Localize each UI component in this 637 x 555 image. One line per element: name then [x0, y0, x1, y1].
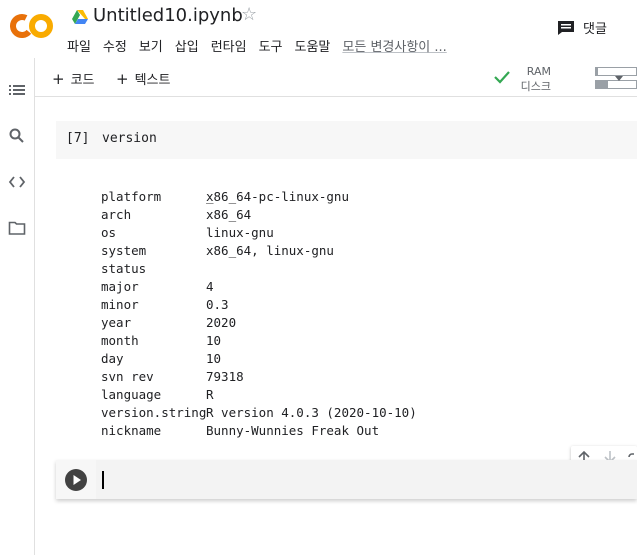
code-editor[interactable]	[96, 460, 637, 499]
output-value: R version 4.0.3 (2020-10-10)	[206, 405, 417, 420]
colab-logo[interactable]	[10, 13, 54, 39]
notebook-toolbar: + 코드 + 텍스트 RAM 디스크	[34, 59, 637, 97]
menu-view[interactable]: 보기	[139, 36, 163, 55]
output-key: platform	[101, 189, 162, 204]
add-code-button[interactable]: + 코드	[52, 69, 95, 88]
text-cursor	[102, 471, 104, 489]
disk-label: 디스크	[520, 80, 551, 93]
menu-bar: 파일 수정 보기 삽입 런타임 도구 도움말 모든 변경사항이 ...	[67, 36, 459, 55]
cell-code[interactable]: version	[102, 131, 157, 146]
output-value: 4	[206, 279, 214, 294]
google-drive-icon	[72, 9, 88, 24]
add-text-button[interactable]: + 텍스트	[116, 69, 170, 88]
code-snippets-icon[interactable]	[8, 173, 26, 191]
table-of-contents-icon[interactable]	[8, 81, 26, 99]
menu-insert[interactable]: 삽입	[175, 36, 199, 55]
add-text-label: 텍스트	[134, 73, 171, 88]
output-value: Bunny-Wunnies Freak Out	[206, 423, 380, 438]
search-icon[interactable]	[8, 127, 26, 145]
output-value: 0.3	[206, 297, 229, 312]
output-value: R	[206, 387, 214, 402]
output-key: nickname	[101, 423, 162, 438]
output-value: 79318	[206, 369, 244, 384]
output-value: 10	[206, 333, 222, 348]
ram-usage-bar[interactable]	[595, 67, 637, 76]
star-icon[interactable]: ☆	[241, 4, 257, 25]
output-value: 10	[206, 351, 222, 366]
output-key: arch	[101, 207, 132, 222]
output-key: minor	[101, 297, 139, 312]
menu-edit[interactable]: 수정	[103, 36, 127, 55]
output-key: version.string	[101, 405, 207, 420]
menu-help[interactable]: 도움말	[295, 36, 331, 55]
output-value: 2020	[206, 315, 237, 330]
output-value: x86_64	[206, 207, 252, 222]
output-value: x86_64-pc-linux-gnu	[206, 189, 349, 204]
menu-runtime[interactable]: 런타임	[211, 36, 247, 55]
output-key: month	[101, 333, 139, 348]
comment-label: 댓글	[583, 22, 607, 37]
output-key: language	[101, 387, 162, 402]
play-icon	[73, 475, 81, 485]
output-key: status	[101, 261, 147, 276]
run-cell-button[interactable]	[65, 469, 87, 491]
disk-usage-bar[interactable]	[595, 80, 637, 89]
disk-usage-fill	[596, 81, 608, 88]
execution-count: [7]	[66, 131, 90, 146]
comment-button[interactable]: 댓글	[557, 18, 607, 37]
runtime-dropdown-icon[interactable]	[615, 76, 623, 81]
notebook-title[interactable]: Untitled10.ipynb	[93, 5, 243, 26]
output-value: linux-gnu	[206, 225, 274, 240]
all-changes-saved-link[interactable]: 모든 변경사항이 ...	[342, 36, 446, 55]
output-key: major	[101, 279, 139, 294]
output-key: svn rev	[101, 369, 154, 384]
left-sidebar	[0, 58, 35, 555]
menu-tools[interactable]: 도구	[259, 36, 283, 55]
output-key: day	[101, 351, 124, 366]
ram-label: RAM	[526, 65, 551, 78]
output-header-row: _	[101, 170, 214, 204]
plus-icon: +	[116, 70, 129, 88]
folder-icon[interactable]	[8, 219, 26, 237]
output-key: os	[101, 225, 117, 240]
output-key: year	[101, 315, 132, 330]
ram-usage-fill	[596, 68, 598, 75]
output-key: system	[101, 243, 147, 258]
add-code-label: 코드	[70, 73, 95, 88]
output-value: x86_64, linux-gnu	[206, 243, 334, 258]
menu-file[interactable]: 파일	[67, 36, 91, 55]
plus-icon: +	[52, 70, 65, 88]
active-code-cell[interactable]	[56, 460, 637, 499]
connected-check-icon	[494, 71, 510, 84]
comment-icon	[558, 20, 574, 35]
